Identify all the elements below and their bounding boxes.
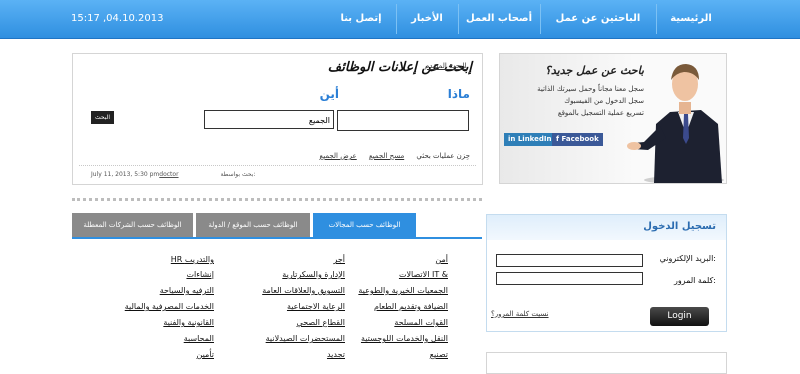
category-link[interactable]: القوات المسلحة	[394, 318, 448, 327]
category-link[interactable]: الضيافة وتقديم الطعام	[374, 302, 448, 311]
password-field[interactable]	[496, 272, 643, 285]
current-datetime: 15:17 ,04.10.2013	[71, 13, 164, 24]
category-link[interactable]: HR والتدريب	[171, 255, 214, 264]
nav-news[interactable]: الأخبار	[396, 0, 458, 38]
advanced-search-link[interactable]: البحث المتقدم	[425, 62, 467, 70]
login-panel: تسجيل الدخول البريد الإلكتروني: كلمة الم…	[486, 214, 727, 332]
category-link[interactable]: القانونية والفنية	[163, 318, 214, 327]
show-all-link[interactable]: عرض الجميع	[320, 152, 357, 160]
category-link[interactable]: أجر	[333, 255, 345, 264]
tab-jobs-by-company[interactable]: الوظائف حسب الشركات المعطلة	[72, 213, 193, 237]
tab-underline	[72, 237, 482, 239]
section-divider	[72, 198, 482, 201]
posted-by-label: بحث بواسطة:	[220, 171, 256, 178]
linkedin-icon: in	[508, 135, 518, 143]
category-link[interactable]: النقل والخدمات اللوجستية	[361, 334, 448, 343]
divider	[79, 165, 476, 166]
save-searches-link[interactable]: حِزن عمليات بحثي	[416, 152, 470, 160]
login-title: تسجيل الدخول	[643, 221, 716, 232]
category-link[interactable]: التسويق والعلاقات العامة	[262, 286, 345, 295]
category-link[interactable]: المستحضرات الصيدلانية	[266, 334, 345, 343]
nav-employers[interactable]: أصحاب العمل	[458, 0, 540, 38]
nav-job-seekers[interactable]: الباحثين عن عمل	[540, 0, 656, 38]
email-label: البريد الإلكتروني:	[659, 254, 716, 263]
nav-contact-us[interactable]: إتصل بنا	[326, 0, 396, 38]
facebook-label: Facebook	[561, 135, 599, 143]
category-link[interactable]: الاتصالات IT &	[399, 270, 448, 279]
top-navigation-bar: 15:17 ,04.10.2013 إتصل بنا الأخبار أصحاب…	[0, 0, 800, 39]
category-link[interactable]: أمن	[435, 255, 448, 264]
businessman-photo	[627, 64, 724, 183]
category-link[interactable]: الخدمات المصرفية والمالية	[125, 302, 214, 311]
category-link[interactable]: إنشاءات	[186, 270, 214, 279]
forgot-password-link[interactable]: نسيت كلمة المرور؟	[491, 310, 549, 318]
category-link[interactable]: الترفيه والسياحة	[160, 286, 214, 295]
category-link[interactable]: الإدارة والسكرتارية	[282, 270, 345, 279]
category-link[interactable]: تجديد	[327, 350, 345, 359]
where-select[interactable]: الجميع	[204, 110, 334, 129]
category-link[interactable]: الرعاية الاجتماعية	[287, 302, 345, 311]
facebook-button[interactable]: f Facebook	[552, 133, 603, 146]
password-label: كلمة المرور:	[673, 276, 716, 285]
category-link[interactable]: تصنيع	[430, 350, 448, 359]
category-link[interactable]: القطاع الصحي	[297, 318, 345, 327]
what-label: ماذا	[447, 87, 470, 101]
posted-info: July 11, 2013, 5:30 pmdoctor بحث بواسطة:	[91, 171, 255, 178]
tab-jobs-by-field[interactable]: الوظائف حسب المجالات	[313, 213, 416, 237]
email-field[interactable]	[496, 254, 643, 267]
secondary-panel	[486, 352, 727, 374]
category-link[interactable]: المحاسبة	[184, 334, 214, 343]
category-link[interactable]: الجمعيات الخيرية والطوعية	[358, 286, 448, 295]
linkedin-label: LinkedIn	[517, 135, 552, 143]
category-link[interactable]: تأمين	[197, 350, 214, 359]
search-button[interactable]: البحث	[91, 111, 114, 124]
what-input[interactable]	[337, 110, 469, 131]
tab-jobs-by-location[interactable]: الوظائف حسب الموقع / الدولة	[196, 213, 310, 237]
register-banner: باحث عن عمل جديد؟ سجل معنا مجاناً وحمل س…	[499, 53, 727, 184]
posted-date: July 11, 2013, 5:30 pm	[91, 171, 160, 178]
nav-home[interactable]: الرئيسية	[656, 0, 726, 38]
linkedin-button[interactable]: in LinkedIn	[504, 133, 556, 146]
clear-all-link[interactable]: مسح الجميع	[369, 152, 404, 160]
job-search-panel: إبحث عن إعلانات الوظائف البحث المتقدم ما…	[72, 53, 483, 185]
where-label: أين	[319, 87, 339, 101]
login-button[interactable]: Login	[650, 307, 709, 326]
posted-user-link[interactable]: doctor	[159, 171, 178, 178]
